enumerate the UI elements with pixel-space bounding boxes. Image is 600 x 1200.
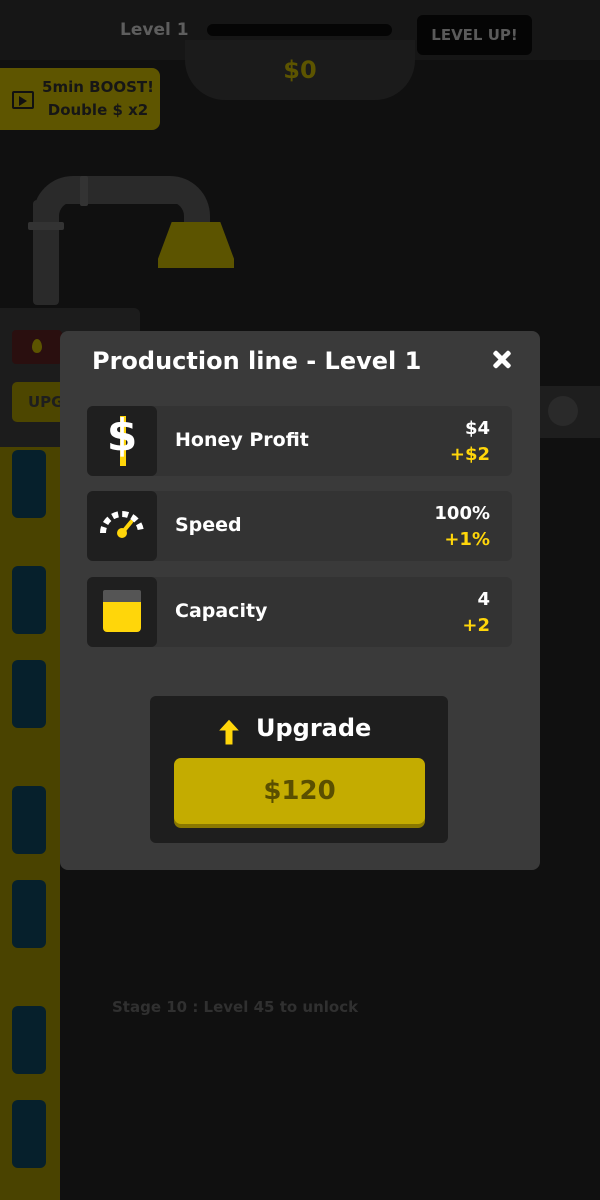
stat-row-speed: Speed 100% +1% bbox=[87, 491, 512, 561]
modal-title: Production line - Level 1 bbox=[92, 347, 422, 375]
video-icon bbox=[12, 91, 34, 109]
empty-jar bbox=[12, 566, 46, 634]
empty-jar bbox=[12, 450, 46, 518]
honey-drop-icon bbox=[12, 330, 62, 364]
gear-icon bbox=[548, 396, 578, 426]
speedometer-icon bbox=[87, 491, 157, 561]
stat-row-honey-profit: $ Honey Profit $4 +$2 bbox=[87, 406, 512, 476]
stat-label: Honey Profit bbox=[175, 429, 309, 451]
close-icon[interactable] bbox=[484, 341, 520, 377]
arrow-up-icon bbox=[217, 718, 241, 746]
stat-bonus: +2 bbox=[462, 615, 490, 636]
upgrade-label: Upgrade bbox=[256, 714, 372, 742]
boost-title: 5min BOOST! bbox=[42, 78, 154, 96]
stat-value: 4 bbox=[477, 589, 490, 610]
level-label: Level 1 bbox=[120, 20, 189, 40]
empty-jar bbox=[12, 1100, 46, 1168]
boost-offer-button[interactable]: 5min BOOST! Double $ x2 bbox=[0, 68, 160, 130]
empty-jar bbox=[12, 660, 46, 728]
stat-value: 100% bbox=[434, 503, 490, 524]
level-up-button[interactable]: LEVEL UP! bbox=[417, 15, 532, 55]
empty-jar bbox=[12, 786, 46, 854]
stat-label: Speed bbox=[175, 514, 242, 536]
upgrade-price: $120 bbox=[263, 776, 336, 806]
stat-value: $4 bbox=[464, 418, 490, 439]
pipe-ring bbox=[28, 222, 64, 230]
upgrade-panel: Upgrade $120 bbox=[150, 696, 448, 843]
boost-subtitle: Double $ x2 bbox=[47, 101, 149, 119]
stat-row-capacity: Capacity 4 +2 bbox=[87, 577, 512, 647]
stage-lock-text: Stage 10 : Level 45 to unlock bbox=[112, 998, 359, 1016]
upgrade-price-button[interactable]: $120 bbox=[174, 758, 425, 824]
honey-jar-icon bbox=[87, 577, 157, 647]
pipe-ring bbox=[80, 176, 88, 206]
money-counter: $0 bbox=[283, 56, 317, 84]
honey-nozzle bbox=[158, 222, 234, 268]
stat-bonus: +1% bbox=[444, 529, 490, 550]
xp-progress-bar bbox=[207, 24, 392, 36]
upgrade-modal: Production line - Level 1 $ Honey Profit… bbox=[60, 331, 540, 870]
stat-label: Capacity bbox=[175, 600, 268, 622]
empty-jar bbox=[12, 880, 46, 948]
dollar-icon: $ bbox=[87, 406, 157, 476]
empty-jar bbox=[12, 1006, 46, 1074]
stat-bonus: +$2 bbox=[449, 444, 490, 465]
